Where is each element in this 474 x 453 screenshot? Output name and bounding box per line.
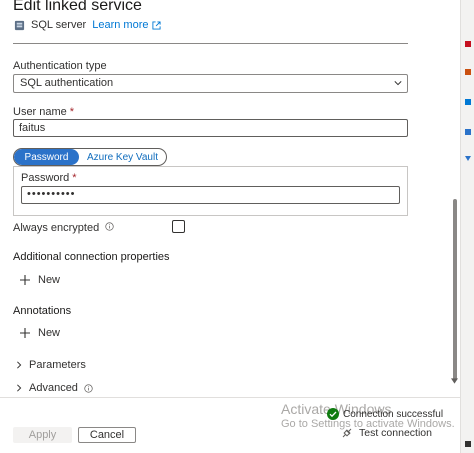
toggle-password[interactable]: Password <box>14 149 79 165</box>
auth-type-value: SQL authentication <box>20 77 114 89</box>
add-annotation-button[interactable]: New <box>19 327 60 339</box>
red-flag-icon <box>465 41 471 47</box>
connection-status: Connection successful <box>327 408 443 420</box>
blue-triangle-icon <box>465 156 471 161</box>
additional-connection-properties-label: Additional connection properties <box>13 251 170 263</box>
success-check-icon <box>327 408 339 420</box>
advanced-expander-clip: Advanced <box>15 382 95 396</box>
new-label: New <box>38 327 61 339</box>
learn-more-text[interactable]: Learn more <box>92 19 148 31</box>
always-encrypted-row: Always encrypted <box>13 222 114 234</box>
auth-type-dropdown[interactable]: SQL authentication <box>13 74 408 93</box>
dark-square-icon <box>465 441 471 447</box>
auth-type-label: Authentication type <box>13 60 107 72</box>
plug-icon <box>342 428 352 438</box>
blue-check-icon <box>465 129 471 135</box>
header-divider <box>13 43 408 44</box>
background-side-panel <box>460 0 474 453</box>
username-label-row: User name * <box>13 106 74 118</box>
service-type-row: SQL server Learn more <box>14 19 161 31</box>
chevron-right-icon <box>17 384 22 392</box>
plus-icon <box>20 275 30 285</box>
info-icon[interactable] <box>105 222 114 231</box>
username-input[interactable]: faitus <box>13 119 408 137</box>
advanced-label: Advanced <box>29 382 78 394</box>
sql-server-icon <box>14 20 25 30</box>
learn-more-link[interactable]: Learn more <box>92 19 161 31</box>
apply-button[interactable]: Apply <box>13 427 72 443</box>
service-type-label: SQL server <box>31 19 87 31</box>
required-marker: * <box>69 106 75 118</box>
password-source-toggle[interactable]: Password Azure Key Vault <box>13 148 167 166</box>
parameters-expander[interactable]: Parameters <box>15 359 86 371</box>
always-encrypted-label: Always encrypted <box>13 222 100 234</box>
chevron-right-icon <box>17 361 22 369</box>
orange-square-icon <box>465 69 471 75</box>
cancel-button[interactable]: Cancel <box>78 427 136 443</box>
page-title: Edit linked service <box>13 0 142 14</box>
annotations-label: Annotations <box>13 305 72 317</box>
test-connection-label[interactable]: Test connection <box>359 427 432 439</box>
parameters-label: Parameters <box>29 359 86 371</box>
new-label: New <box>38 274 61 286</box>
username-label: User name <box>13 106 67 118</box>
scroll-down-arrow-icon[interactable] <box>451 378 458 384</box>
password-label-row: Password * <box>21 172 77 184</box>
external-link-icon <box>151 20 161 30</box>
add-connection-property-button[interactable]: New <box>19 274 60 286</box>
plus-icon <box>20 328 30 338</box>
footer-divider <box>0 397 460 398</box>
blue-square-icon <box>465 99 471 105</box>
required-marker: * <box>72 172 77 184</box>
test-connection-button[interactable]: Test connection <box>341 427 432 439</box>
password-input[interactable]: •••••••••• <box>21 186 400 204</box>
toggle-azure-key-vault[interactable]: Azure Key Vault <box>79 149 166 165</box>
info-icon[interactable] <box>84 383 93 393</box>
scrollbar-thumb[interactable] <box>453 199 457 380</box>
advanced-expander[interactable]: Advanced <box>15 382 93 394</box>
connection-status-text: Connection successful <box>343 408 444 420</box>
password-label: Password <box>21 172 70 184</box>
chevron-down-icon <box>394 81 402 86</box>
always-encrypted-checkbox[interactable] <box>172 220 185 233</box>
